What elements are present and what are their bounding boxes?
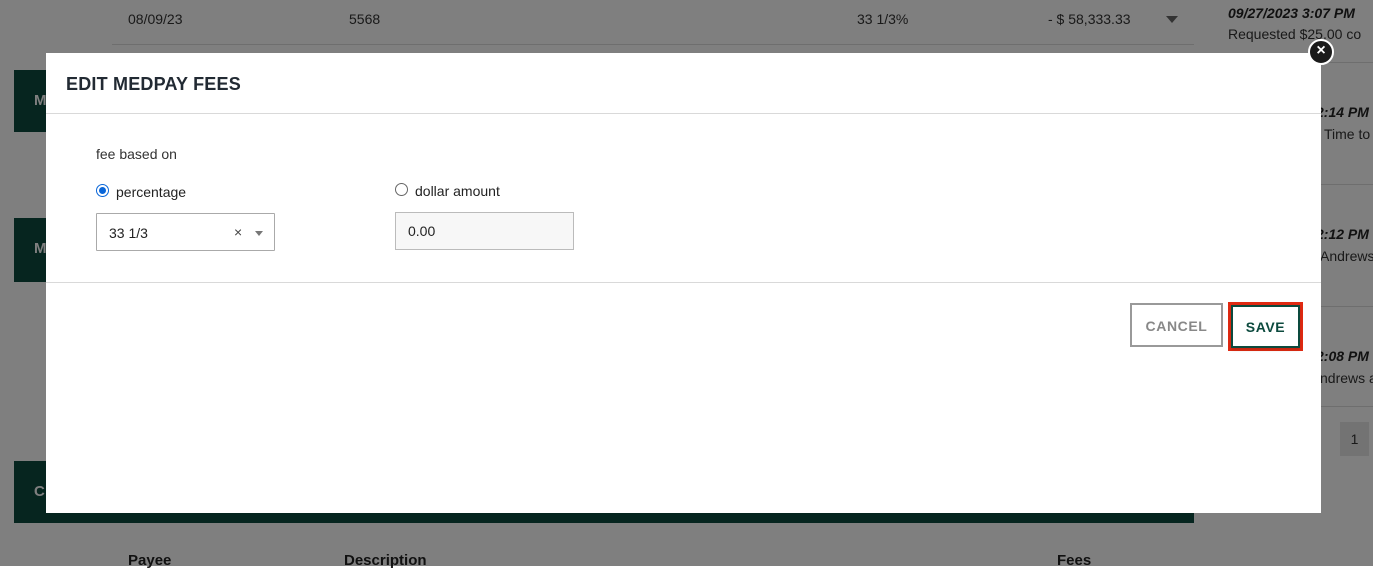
clear-selection-icon[interactable]: ×: [234, 224, 242, 240]
dollar-amount-input[interactable]: [395, 212, 574, 250]
edit-medpay-fees-modal: EDIT MEDPAY FEES fee based on percentage…: [46, 53, 1321, 513]
cancel-button[interactable]: CANCEL: [1130, 303, 1223, 347]
percentage-radio-label[interactable]: percentage: [116, 184, 186, 200]
close-icon[interactable]: ×: [1308, 39, 1334, 65]
dollar-amount-radio[interactable]: [395, 183, 408, 196]
fee-based-on-label: fee based on: [96, 146, 177, 162]
modal-divider: [46, 282, 1321, 283]
percentage-select-value: 33 1/3: [109, 225, 148, 241]
dollar-amount-radio-label[interactable]: dollar amount: [415, 183, 500, 199]
modal-header: EDIT MEDPAY FEES: [46, 53, 1321, 114]
modal-title: EDIT MEDPAY FEES: [66, 74, 241, 94]
percentage-radio[interactable]: [96, 184, 109, 197]
percentage-select[interactable]: 33 1/3 ×: [96, 213, 275, 251]
save-button[interactable]: SAVE: [1231, 305, 1300, 348]
chevron-down-icon[interactable]: [255, 231, 263, 236]
